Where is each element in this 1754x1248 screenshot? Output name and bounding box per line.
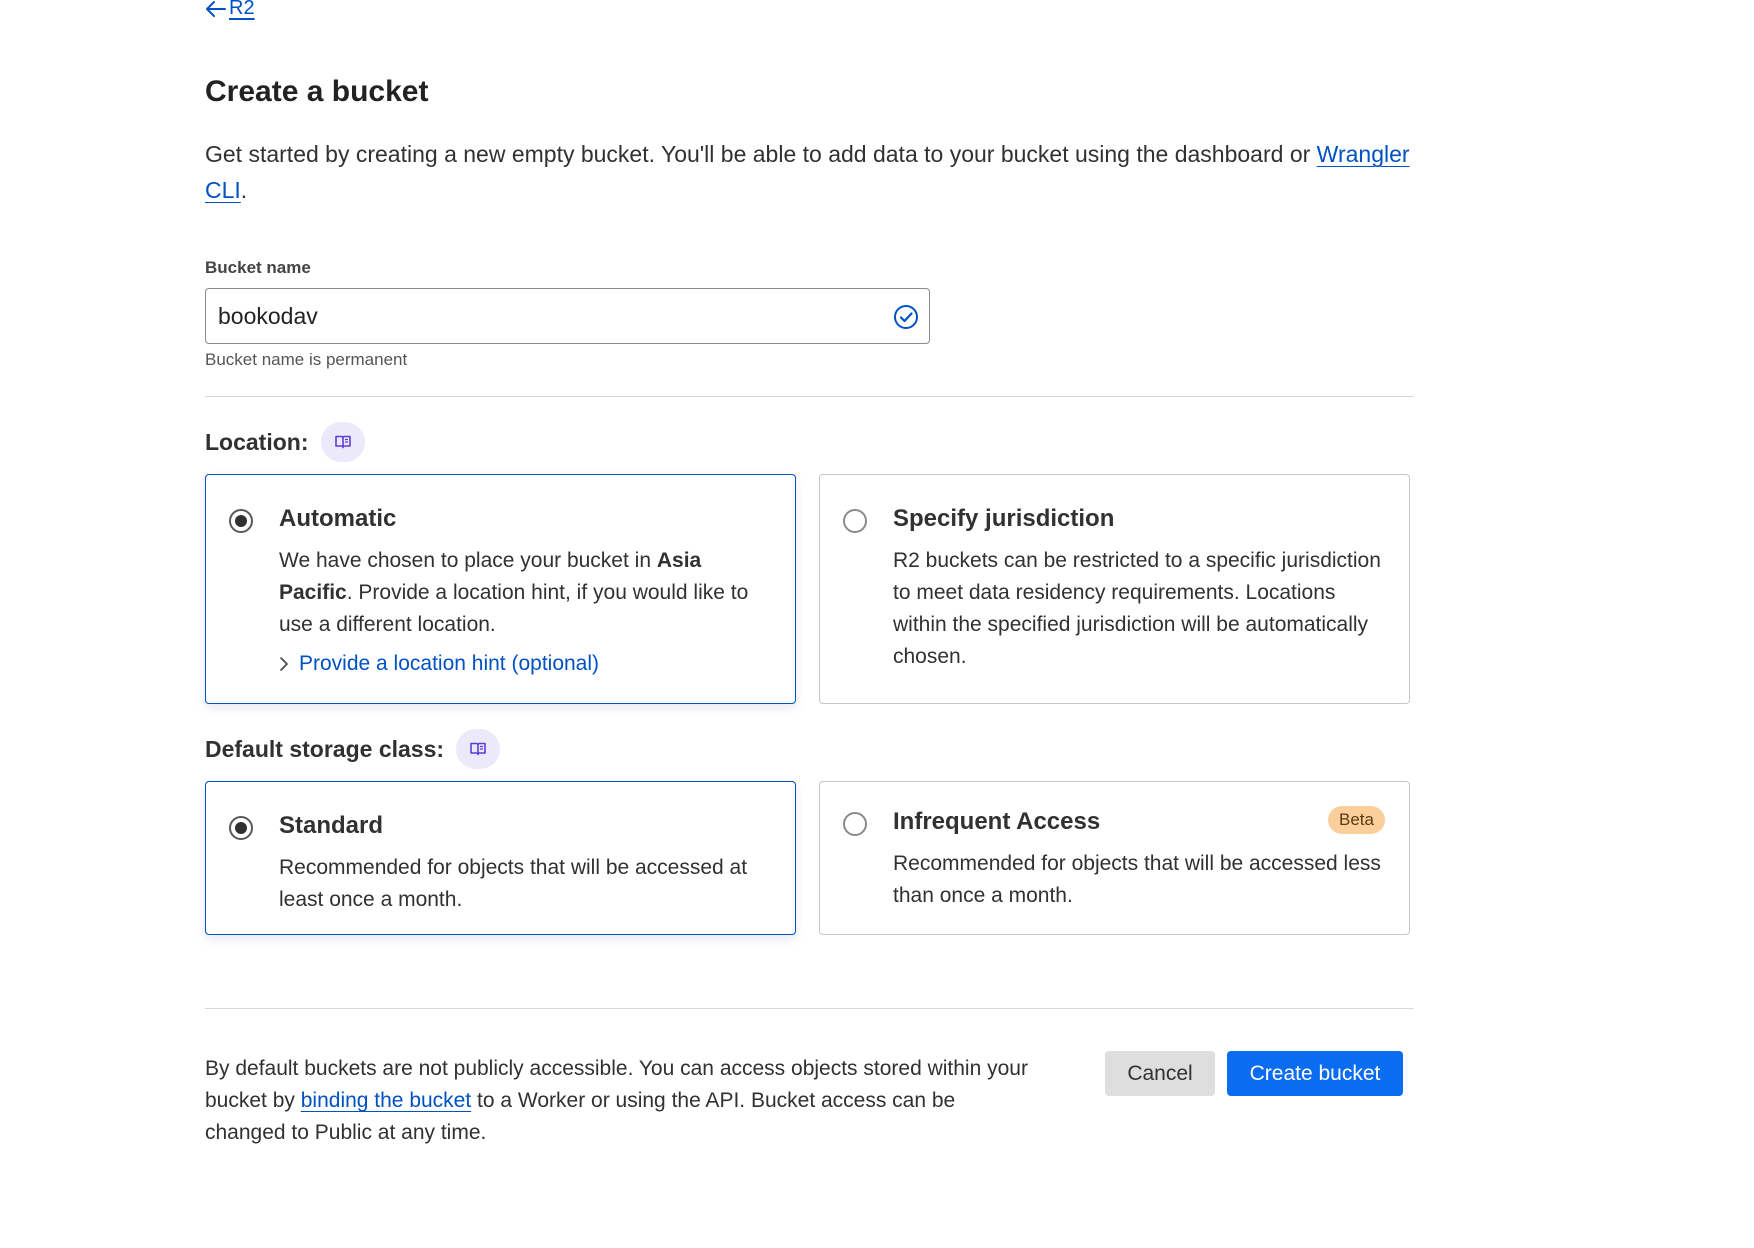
storage-option-standard[interactable]: Standard Recommended for objects that wi… (205, 781, 796, 935)
option-description: We have chosen to place your bucket in A… (279, 545, 779, 641)
location-hint-link: Provide a location hint (optional) (299, 652, 600, 675)
bucket-name-field[interactable] (205, 288, 930, 344)
book-icon (470, 742, 486, 756)
radio-infrequent-access[interactable] (843, 812, 867, 836)
back-link-label: R2 (229, 0, 255, 19)
divider (205, 1008, 1414, 1009)
option-description: R2 buckets can be restricted to a specif… (893, 549, 1381, 668)
option-description: Recommended for objects that will be acc… (893, 852, 1381, 907)
location-label: Location: (205, 422, 365, 462)
bucket-name-label: Bucket name (205, 258, 311, 277)
book-icon (334, 435, 351, 449)
storage-option-infrequent-access[interactable]: Infrequent Access Beta Recommended for o… (819, 781, 1410, 935)
storage-class-label: Default storage class: (205, 729, 501, 769)
cancel-button[interactable]: Cancel (1105, 1051, 1215, 1096)
storage-class-docs-button[interactable] (456, 729, 501, 769)
radio-standard[interactable] (229, 816, 253, 840)
back-link-r2[interactable]: R2 (205, 0, 255, 18)
chevron-right-icon (280, 657, 288, 671)
option-description: Recommended for objects that will be acc… (279, 856, 748, 911)
location-docs-button[interactable] (320, 422, 365, 462)
radio-jurisdiction[interactable] (843, 509, 867, 533)
intro-text: Get started by creating a new empty buck… (205, 136, 1415, 208)
check-circle-icon (894, 305, 918, 329)
page-title: Create a bucket (205, 75, 429, 108)
location-option-jurisdiction[interactable]: Specify jurisdiction R2 buckets can be r… (819, 474, 1410, 704)
beta-badge: Beta (1328, 806, 1385, 834)
option-title: Automatic (279, 505, 397, 532)
location-hint-toggle[interactable]: Provide a location hint (optional) (279, 652, 599, 676)
arrow-left-icon (206, 1, 226, 17)
intro-text-end: . (240, 177, 248, 203)
binding-the-bucket-link[interactable]: binding the bucket (301, 1089, 471, 1112)
bucket-name-input[interactable] (218, 299, 858, 333)
option-title: Specify jurisdiction (893, 505, 1115, 532)
option-title: Infrequent Access (893, 808, 1101, 835)
intro-text-main: Get started by creating a new empty buck… (205, 141, 1317, 167)
bucket-name-helper: Bucket name is permanent (205, 350, 408, 369)
storage-class-label-text: Default storage class: (205, 735, 445, 762)
option-title: Standard (279, 812, 384, 839)
option-description-start: We have chosen to place your bucket in (279, 549, 657, 572)
location-option-automatic[interactable]: Automatic We have chosen to place your b… (205, 474, 796, 704)
location-label-text: Location: (205, 428, 309, 455)
divider (205, 396, 1414, 397)
access-note: By default buckets are not publicly acce… (205, 1053, 1035, 1149)
create-bucket-button[interactable]: Create bucket (1227, 1051, 1403, 1096)
radio-automatic[interactable] (229, 509, 253, 533)
option-description-end: . Provide a location hint, if you would … (279, 581, 749, 636)
